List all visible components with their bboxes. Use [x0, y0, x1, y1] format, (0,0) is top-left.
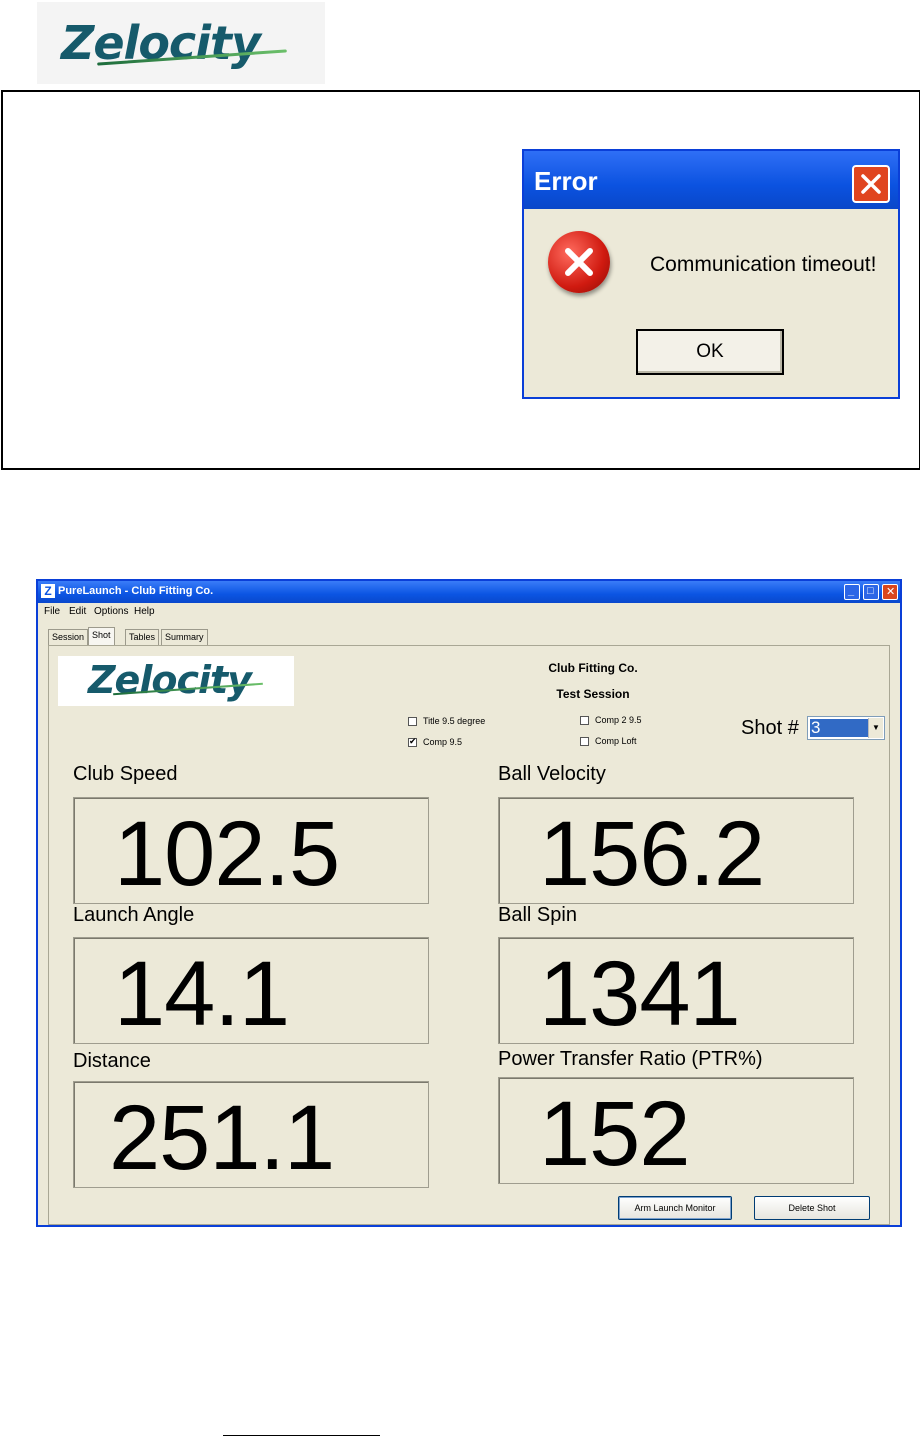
checkbox-label: Comp Loft — [595, 736, 637, 746]
zelocity-logo-small: Zelocity — [58, 656, 294, 706]
club-speed-label: Club Speed — [73, 763, 178, 785]
shot-number-select[interactable]: 3 ▼ — [807, 716, 885, 740]
checkbox-label: Comp 2 9.5 — [595, 715, 642, 725]
minimize-button[interactable]: _ — [844, 584, 860, 600]
launch-angle-value: 14.1 — [114, 943, 290, 1044]
purelaunch-window: Z PureLaunch - Club Fitting Co. _ □ ✕ Fi… — [36, 579, 902, 1227]
checkbox-box[interactable] — [580, 736, 589, 746]
error-dialog-title: Error — [534, 166, 598, 196]
logo-text-small: Zelocity — [88, 658, 252, 702]
distance-display: 251.1 — [73, 1081, 429, 1188]
session-name: Test Session — [556, 687, 630, 701]
checkbox-box[interactable] — [408, 716, 417, 726]
distance-label: Distance — [73, 1050, 151, 1072]
window-titlebar: Z PureLaunch - Club Fitting Co. _ □ ✕ — [38, 581, 900, 603]
checkbox-box-checked[interactable] — [408, 736, 417, 747]
menu-options[interactable]: Options — [94, 606, 128, 617]
club-speed-display: 102.5 — [73, 797, 429, 904]
tab-tables[interactable]: Tables — [125, 629, 160, 645]
checkbox-box[interactable] — [580, 715, 589, 725]
footer-rule — [223, 1435, 380, 1436]
launch-angle-label: Launch Angle — [73, 904, 195, 926]
checkbox-comp-2-9-5[interactable]: Comp 2 9.5 — [580, 715, 642, 725]
shot-number-label: Shot # — [741, 717, 799, 739]
error-dialog-titlebar: Error — [524, 151, 898, 209]
ball-spin-display: 1341 — [498, 937, 854, 1044]
tab-session[interactable]: Session — [48, 629, 89, 645]
distance-value: 251.1 — [109, 1087, 335, 1188]
close-window-button[interactable]: ✕ — [882, 584, 898, 600]
shot-number-value: 3 — [810, 719, 869, 737]
tab-shot[interactable]: Shot — [88, 627, 115, 646]
checkbox-title-9-5[interactable]: Title 9.5 degree — [408, 716, 485, 726]
error-message: Communication timeout! — [650, 253, 877, 276]
menu-help[interactable]: Help — [134, 606, 155, 617]
error-dialog: Error Communication timeout! OK — [522, 149, 900, 399]
checkbox-comp-9-5[interactable]: Comp 9.5 — [408, 736, 463, 747]
launch-angle-display: 14.1 — [73, 937, 429, 1044]
logo-text: Zelocity — [61, 16, 261, 70]
ball-velocity-label: Ball Velocity — [498, 763, 606, 785]
error-icon — [548, 231, 610, 293]
checkbox-label: Comp 9.5 — [423, 737, 463, 747]
company-name: Club Fitting Co. — [548, 661, 638, 675]
close-icon[interactable] — [852, 165, 890, 203]
checkbox-label: Title 9.5 degree — [423, 716, 486, 726]
menu-edit[interactable]: Edit — [69, 606, 86, 617]
ptr-display: 152 — [498, 1077, 854, 1184]
tab-summary[interactable]: Summary — [161, 629, 208, 645]
ball-velocity-value: 156.2 — [539, 803, 765, 904]
delete-shot-button[interactable]: Delete Shot — [754, 1196, 870, 1220]
arm-launch-monitor-button[interactable]: Arm Launch Monitor — [618, 1196, 732, 1220]
chevron-down-icon[interactable]: ▼ — [868, 718, 883, 738]
ptr-value: 152 — [539, 1083, 690, 1184]
ok-button[interactable]: OK — [636, 329, 784, 375]
checkbox-comp-loft[interactable]: Comp Loft — [580, 736, 637, 746]
ptr-label: Power Transfer Ratio (PTR%) — [498, 1048, 763, 1070]
ball-spin-value: 1341 — [539, 943, 741, 1044]
maximize-button[interactable]: □ — [863, 584, 879, 600]
menu-bar: File Edit Options Help — [38, 603, 900, 620]
ball-spin-label: Ball Spin — [498, 904, 577, 926]
club-speed-value: 102.5 — [114, 803, 340, 904]
menu-file[interactable]: File — [44, 606, 60, 617]
ball-velocity-display: 156.2 — [498, 797, 854, 904]
app-icon: Z — [41, 584, 55, 598]
zelocity-logo: Zelocity — [37, 2, 325, 84]
window-title: PureLaunch - Club Fitting Co. — [58, 585, 214, 597]
